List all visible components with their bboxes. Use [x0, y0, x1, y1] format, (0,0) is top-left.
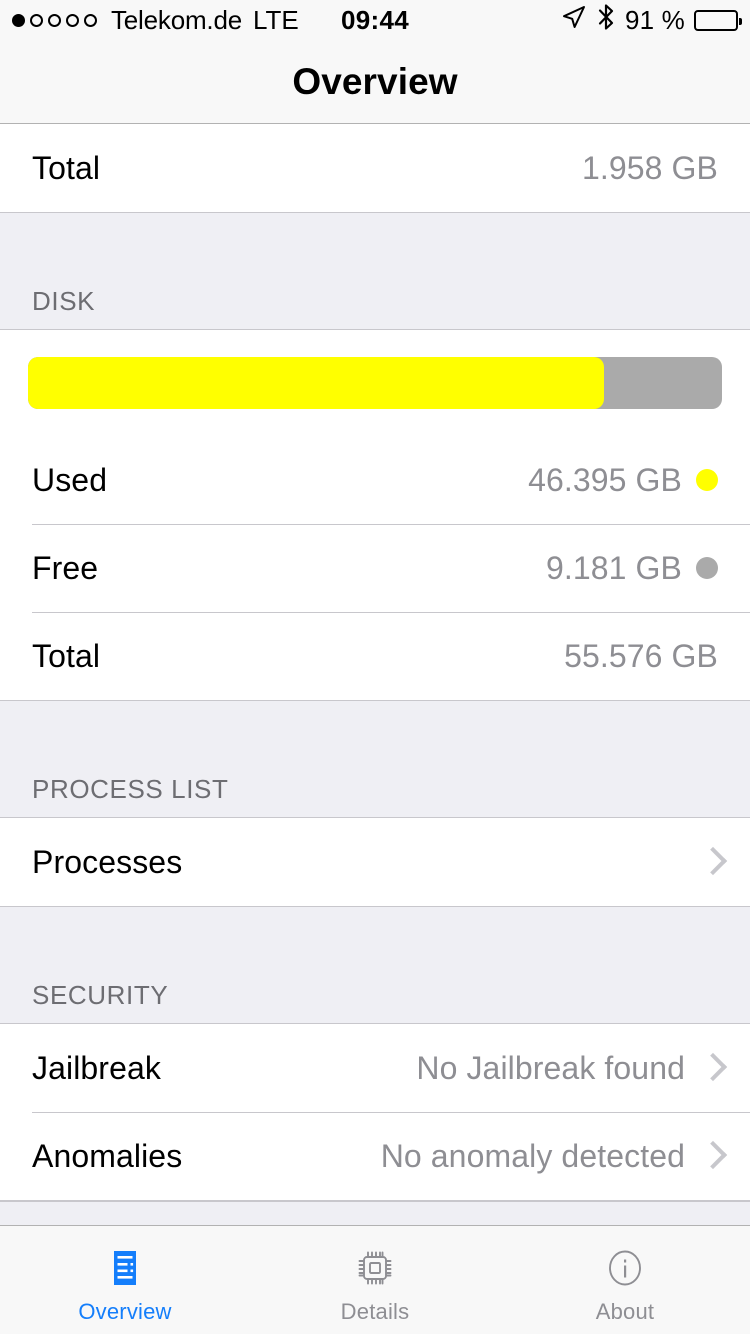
row-right: 46.395 GB: [528, 462, 718, 499]
disk-group: Used 46.395 GB Free 9.181 GB Total 55.57…: [0, 329, 750, 701]
memory-group: Total 1.958 GB: [0, 124, 750, 213]
tab-about[interactable]: About: [500, 1226, 750, 1334]
process-group: Processes: [0, 817, 750, 907]
row-right: No Jailbreak found: [416, 1050, 718, 1087]
chevron-right-icon: [701, 1141, 718, 1171]
app-screen: Telekom.de LTE 09:44 91 % Overview: [0, 0, 750, 1334]
section-header-label: SECURITY: [32, 980, 168, 1011]
disk-usage-bar-track: [28, 357, 722, 409]
page-title: Overview: [292, 61, 457, 103]
table-row-jailbreak[interactable]: Jailbreak No Jailbreak found: [0, 1024, 750, 1112]
location-arrow-icon: [561, 4, 587, 37]
row-right: [699, 847, 718, 877]
bluetooth-icon: [596, 3, 616, 38]
row-label: Jailbreak: [32, 1050, 161, 1087]
table-row-anomalies[interactable]: Anomalies No anomaly detected: [0, 1112, 750, 1200]
legend-dot-used: [696, 469, 718, 491]
section-header-security: SECURITY: [0, 907, 750, 1023]
tab-label: Overview: [78, 1299, 171, 1325]
legend-dot-free: [696, 557, 718, 579]
row-value: 9.181 GB: [546, 550, 682, 587]
section-header-label: PROCESS LIST: [32, 774, 228, 805]
row-right: 55.576 GB: [564, 638, 718, 675]
row-value: 46.395 GB: [528, 462, 682, 499]
row-right: 9.181 GB: [546, 550, 718, 587]
list-bottom-spacer: [0, 1201, 750, 1225]
row-label: Total: [32, 638, 100, 675]
row-right: No anomaly detected: [381, 1138, 718, 1175]
chevron-right-icon: [701, 847, 718, 877]
tab-label: Details: [341, 1299, 410, 1325]
table-row-disk-used[interactable]: Used 46.395 GB: [0, 436, 750, 524]
disk-usage-bar-row: [0, 330, 750, 436]
security-group: Jailbreak No Jailbreak found Anomalies N…: [0, 1023, 750, 1201]
battery-icon: [694, 10, 738, 31]
section-header-label: DISK: [32, 286, 95, 317]
row-value: No anomaly detected: [381, 1138, 685, 1175]
status-bar: Telekom.de LTE 09:44 91 %: [0, 0, 750, 40]
row-label: Anomalies: [32, 1138, 182, 1175]
disk-usage-bar-fill: [28, 357, 604, 409]
row-right: 1.958 GB: [582, 150, 718, 187]
cpu-chip-icon: [350, 1243, 400, 1293]
status-bar-right: 91 %: [561, 3, 738, 38]
battery-percent-label: 91 %: [625, 5, 685, 36]
tab-label: About: [596, 1299, 655, 1325]
row-label: Free: [32, 550, 98, 587]
row-label: Total: [32, 150, 100, 187]
table-row-memory-total[interactable]: Total 1.958 GB: [0, 124, 750, 212]
table-row-processes[interactable]: Processes: [0, 818, 750, 906]
settings-list: Total 1.958 GB DISK Used 46.395 GB: [0, 124, 750, 1225]
row-value: 1.958 GB: [582, 150, 718, 187]
document-list-icon: [100, 1243, 150, 1293]
section-header-process-list: PROCESS LIST: [0, 701, 750, 817]
row-value: No Jailbreak found: [416, 1050, 685, 1087]
row-value: 55.576 GB: [564, 638, 718, 675]
table-row-disk-free[interactable]: Free 9.181 GB: [0, 524, 750, 612]
section-header-disk: DISK: [0, 213, 750, 329]
table-row-disk-total[interactable]: Total 55.576 GB: [0, 612, 750, 700]
tab-overview[interactable]: Overview: [0, 1226, 250, 1334]
navigation-bar: Overview: [0, 40, 750, 124]
row-label: Processes: [32, 844, 182, 881]
tab-bar: Overview: [0, 1225, 750, 1334]
chevron-right-icon: [701, 1053, 718, 1083]
info-circle-icon: [600, 1243, 650, 1293]
tab-details[interactable]: Details: [250, 1226, 500, 1334]
row-label: Used: [32, 462, 107, 499]
